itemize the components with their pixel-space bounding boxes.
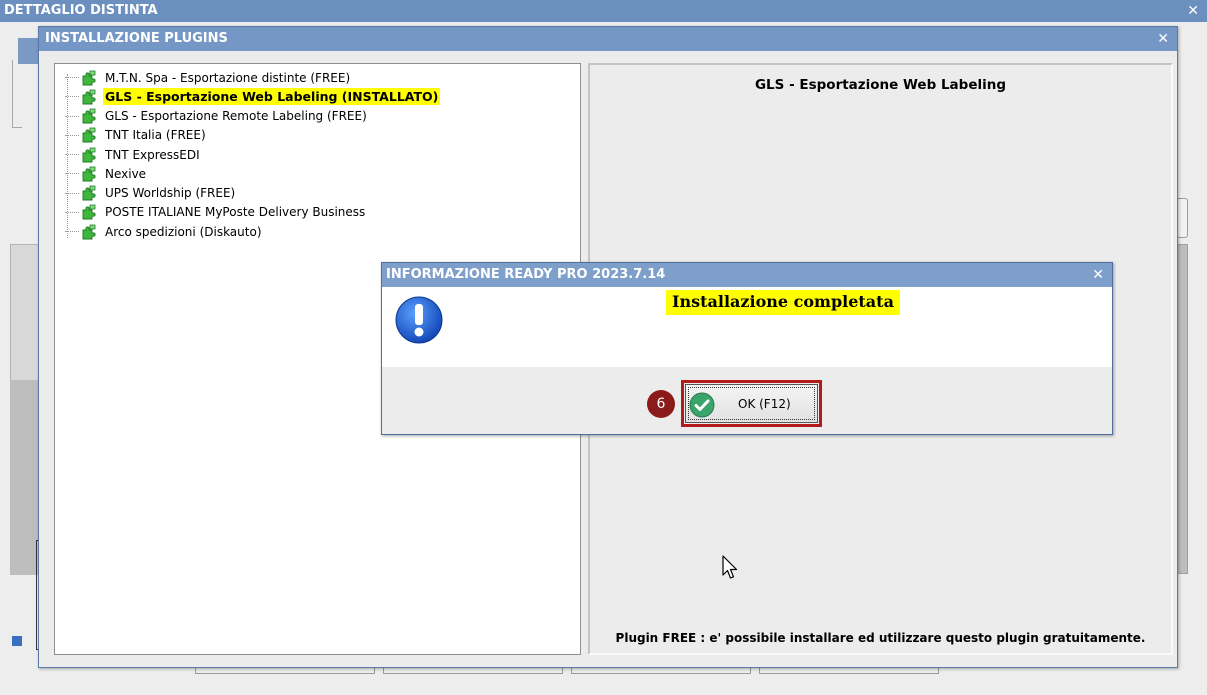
puzzle-piece-icon bbox=[82, 185, 96, 201]
plugin-tree-item-label: POSTE ITALIANE MyPoste Delivery Business bbox=[105, 205, 366, 220]
info-dialog-title: INFORMAZIONE READY PRO 2023.7.14 bbox=[386, 267, 666, 282]
background-tab bbox=[383, 668, 563, 674]
plugin-tree-item[interactable]: TNT Italia (FREE) bbox=[65, 126, 208, 145]
tree-connector bbox=[65, 173, 79, 175]
tree-connector bbox=[65, 231, 79, 232]
plugins-window-titlebar: INSTALLAZIONE PLUGINS ✕ bbox=[39, 27, 1177, 51]
info-message: Installazione completata bbox=[666, 290, 900, 315]
puzzle-piece-icon bbox=[82, 224, 96, 239]
puzzle-piece-icon bbox=[82, 204, 96, 220]
tree-connector bbox=[65, 134, 79, 136]
plugin-tree-item[interactable]: Nexive bbox=[65, 164, 148, 183]
plugin-tree-item-label: Nexive bbox=[105, 166, 147, 181]
tree-connector bbox=[65, 192, 79, 194]
puzzle-piece-icon bbox=[82, 147, 96, 162]
background-blue-marker bbox=[12, 636, 22, 646]
info-close-icon[interactable]: ✕ bbox=[1092, 263, 1104, 287]
plugin-tree-item-label: GLS - Esportazione Web Labeling (INSTALL… bbox=[103, 88, 441, 106]
tree-connector bbox=[65, 154, 79, 155]
outer-close-icon[interactable]: ✕ bbox=[1187, 0, 1199, 22]
ok-button[interactable]: OK (F12) bbox=[685, 384, 818, 423]
puzzle-piece-icon bbox=[82, 89, 96, 105]
tree-connector bbox=[65, 211, 79, 213]
plugin-tree-item-label: M.T.N. Spa - Esportazione distinte (FREE… bbox=[105, 70, 351, 85]
puzzle-piece-icon bbox=[82, 127, 96, 143]
puzzle-piece-icon bbox=[82, 70, 96, 85]
plugin-tree-item[interactable]: POSTE ITALIANE MyPoste Delivery Business bbox=[65, 203, 367, 222]
plugin-tree-item[interactable]: Arco spedizioni (Diskauto) bbox=[65, 222, 264, 241]
info-dialog: INFORMAZIONE READY PRO 2023.7.14 ✕ Insta… bbox=[381, 262, 1113, 435]
tree-connector bbox=[65, 115, 79, 117]
background-panel-fragment bbox=[12, 60, 22, 128]
tree-connector bbox=[65, 96, 79, 98]
info-dialog-body: Installazione completata bbox=[382, 287, 1112, 367]
outer-window-titlebar: DETTAGLIO DISTINTA ✕ bbox=[0, 0, 1207, 22]
plugin-detail-footer: Plugin FREE : e' possibile installare ed… bbox=[615, 631, 1146, 645]
puzzle-piece-icon bbox=[82, 108, 96, 124]
plugin-tree-item[interactable]: GLS - Esportazione Web Labeling (INSTALL… bbox=[65, 87, 441, 106]
step-badge: 6 bbox=[647, 390, 675, 418]
outer-window-title: DETTAGLIO DISTINTA bbox=[4, 3, 158, 18]
exclamation-icon bbox=[395, 296, 443, 344]
plugins-close-icon[interactable]: ✕ bbox=[1157, 27, 1169, 51]
plugin-tree-item-label: UPS Worldship (FREE) bbox=[105, 186, 236, 200]
background-tab bbox=[759, 668, 939, 674]
info-dialog-titlebar: INFORMAZIONE READY PRO 2023.7.14 ✕ bbox=[382, 263, 1112, 287]
plugin-tree-item[interactable]: M.T.N. Spa - Esportazione distinte (FREE… bbox=[65, 68, 352, 87]
check-circle-icon bbox=[689, 392, 715, 418]
plugin-tree-item[interactable]: UPS Worldship (FREE) bbox=[65, 184, 237, 203]
tree-connector bbox=[65, 77, 79, 78]
plugin-tree-item-label: GLS - Esportazione Remote Labeling (FREE… bbox=[105, 109, 367, 123]
plugin-tree-item[interactable]: GLS - Esportazione Remote Labeling (FREE… bbox=[65, 107, 369, 126]
background-tab bbox=[195, 668, 375, 674]
puzzle-piece-icon bbox=[82, 166, 96, 182]
plugin-tree-item[interactable]: TNT ExpressEDI bbox=[65, 145, 202, 164]
plugins-window-title: INSTALLAZIONE PLUGINS bbox=[45, 31, 228, 46]
plugin-detail-title: GLS - Esportazione Web Labeling bbox=[754, 77, 1007, 93]
background-tab bbox=[571, 668, 751, 674]
mouse-cursor-icon bbox=[722, 555, 738, 579]
plugin-tree-item-label: TNT ExpressEDI bbox=[105, 147, 200, 162]
ok-button-label: OK (F12) bbox=[738, 397, 791, 411]
plugin-tree-item-label: TNT Italia (FREE) bbox=[105, 128, 206, 143]
plugin-tree-item-label: Arco spedizioni (Diskauto) bbox=[105, 224, 262, 239]
